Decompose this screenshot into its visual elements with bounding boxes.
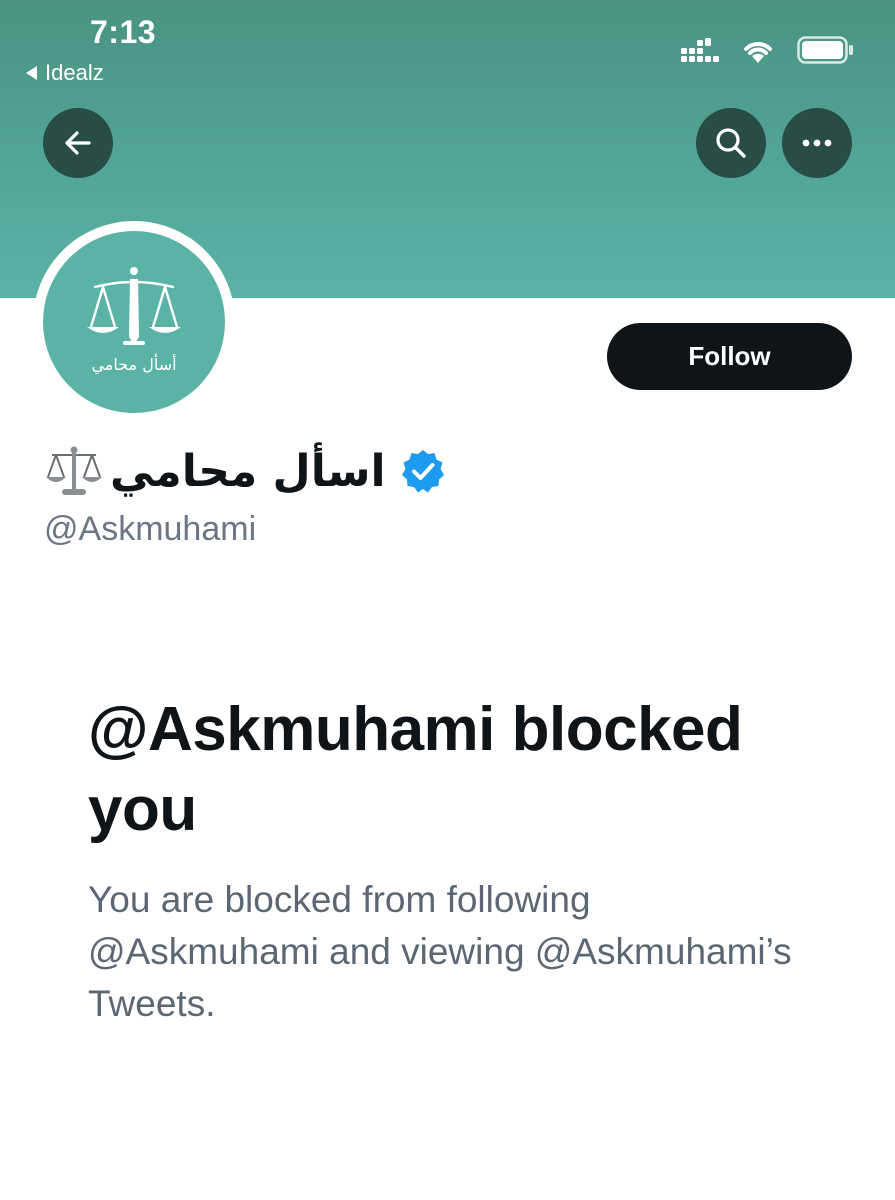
blocked-title: @Askmuhami blocked you bbox=[88, 695, 743, 844]
back-arrow-icon bbox=[65, 131, 91, 155]
status-back-app-label: Idealz bbox=[45, 60, 104, 85]
more-options-button[interactable] bbox=[782, 108, 852, 178]
search-icon bbox=[716, 128, 746, 158]
search-button[interactable] bbox=[696, 108, 766, 178]
status-back-to-app[interactable]: Idealz bbox=[26, 60, 104, 86]
cellular-signal-icon bbox=[681, 38, 719, 62]
back-button[interactable] bbox=[43, 108, 113, 178]
avatar[interactable]: أسأل محامي bbox=[43, 231, 225, 413]
display-name: اسأل محامي bbox=[110, 445, 386, 497]
scales-of-justice-icon bbox=[87, 267, 181, 345]
avatar-caption: أسأل محامي bbox=[91, 355, 177, 374]
status-icons bbox=[681, 36, 855, 64]
blocked-description: You are blocked from following @Askmuham… bbox=[88, 879, 792, 1024]
profile-name-row: اسأل محامي bbox=[44, 436, 446, 506]
battery-icon bbox=[797, 36, 853, 64]
back-triangle-icon bbox=[26, 66, 37, 80]
more-options-icon bbox=[802, 139, 832, 147]
profile-handle: @Askmuhami bbox=[44, 510, 257, 548]
wifi-icon bbox=[744, 42, 772, 63]
follow-button[interactable]: Follow bbox=[607, 323, 852, 390]
verified-badge-icon bbox=[401, 450, 444, 493]
status-time: 7:13 bbox=[90, 14, 157, 50]
balance-scale-emoji-icon bbox=[46, 446, 102, 495]
